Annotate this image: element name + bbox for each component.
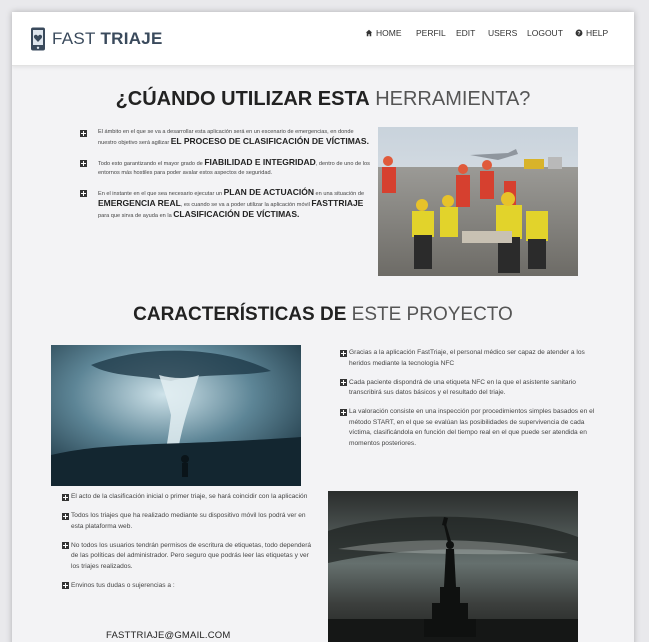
nav-help[interactable]: ? HELP [575, 28, 608, 38]
nav-users[interactable]: USERS [488, 28, 517, 38]
when-bullet-3-emphasis-4: CLASIFICACIÓN DE VÍCTIMAS. [173, 209, 300, 219]
brand-name-light: FAST [52, 29, 96, 48]
section-title-features-light: ESTE PROYECTO [351, 304, 513, 325]
feature-paragraph-2-text: Cada paciente dispondrá de una etiqueta … [349, 378, 576, 397]
feature-paragraph-6-text: No todos los usuarios tendrán permisos d… [71, 541, 312, 570]
feature-paragraph-1: Gracias a la aplicación FastTriaje, el p… [340, 348, 596, 369]
when-bullet-3-after-3: para que sirva de ayuda en la [98, 213, 174, 219]
nav-edit-label: EDIT [456, 28, 476, 38]
page: FAST TRIAJE HOME PERFIL EDIT USERS LOGOU… [12, 12, 634, 642]
feature-paragraph-5: Todos los triajes que ha realizado media… [62, 511, 318, 532]
plus-square-icon [80, 190, 87, 197]
section-title-when-strong: ¿CÚANDO UTILIZAR ESTA [115, 88, 370, 110]
statue-storm-image [328, 491, 578, 642]
nav-help-label: HELP [586, 28, 609, 38]
brand-logo-link[interactable]: FAST TRIAJE [30, 26, 163, 52]
plus-square-icon [340, 349, 347, 357]
home-icon [365, 29, 373, 37]
navbar: FAST TRIAJE HOME PERFIL EDIT USERS LOGOU… [12, 12, 634, 66]
feature-paragraph-4-text: El acto de la clasificación inicial o pr… [71, 493, 308, 500]
phone-heart-icon [31, 27, 45, 51]
features-right-column: Gracias a la aplicación FastTriaje, el p… [340, 348, 596, 458]
feature-paragraph-1-text: Gracias a la aplicación FastTriaje, el p… [349, 349, 585, 367]
feature-paragraph-2: Cada paciente dispondrá de una etiqueta … [340, 378, 596, 399]
when-bullet-2-text: Todo esto garantizando el mayor grado de [98, 161, 205, 167]
feature-paragraph-3-text: La valoración consiste en una inspección… [349, 408, 595, 447]
nav-perfil[interactable]: PERFIL [416, 28, 446, 38]
tornado-image [51, 345, 301, 486]
emergency-drill-photo [378, 127, 578, 276]
feature-paragraph-3: La valoración consiste en una inspección… [340, 407, 596, 449]
plus-square-icon [80, 130, 87, 137]
when-bullet-3-emphasis: PLAN DE ACTUACIÓN [223, 187, 314, 197]
section-title-features: CARACTERÍSTICAS DE ESTE PROYECTO [12, 304, 634, 326]
section-title-when-light: HERRAMIENTA? [375, 88, 531, 110]
when-bullet-3: En el instante en el que sea necesario e… [80, 188, 372, 221]
brand-name: FAST TRIAJE [52, 29, 163, 49]
features-left-column: El acto de la clasificación inicial o pr… [62, 492, 318, 600]
when-bullet-3-after-2: , es cuando se va a poder utilizar la ap… [180, 202, 312, 208]
svg-text:?: ? [577, 31, 580, 37]
plus-square-icon [62, 542, 69, 549]
feature-paragraph-5-text: Todos los triajes que ha realizado media… [71, 512, 306, 530]
plus-square-icon [62, 493, 69, 501]
when-bullet-1-emphasis: EL PROCESO DE CLASIFICACIÓN DE VÍCTIMAS. [170, 136, 369, 146]
plus-square-icon [340, 379, 347, 386]
when-bullet-list: El ámbito en el que se va a desarrollar … [80, 128, 372, 231]
feature-paragraph-6: No todos los usuarios tendrán permisos d… [62, 541, 318, 573]
when-bullet-3-emphasis-2: EMERGENCIA REAL [98, 198, 181, 208]
contact-paragraph: Envinos tus dudas o sujerencias a : [62, 581, 318, 592]
feature-paragraph-4: El acto de la clasificación inicial o pr… [62, 492, 318, 503]
tornado-photo [51, 345, 301, 486]
brand-name-bold: TRIAJE [100, 29, 163, 48]
nav-logout[interactable]: LOGOUT [527, 28, 563, 38]
when-bullet-1: El ámbito en el que se va a desarrollar … [80, 128, 372, 148]
nav-edit[interactable]: EDIT [456, 28, 475, 38]
plus-square-icon [62, 582, 69, 589]
when-bullet-2-emphasis: FIABILIDAD E INTEGRIDAD [204, 157, 316, 167]
section-title-when: ¿CÚANDO UTILIZAR ESTA HERRAMIENTA? [12, 88, 634, 111]
when-bullet-3-after: en una situación de [314, 191, 365, 197]
plus-square-icon [80, 160, 87, 167]
contact-email-link[interactable]: FASTTRIAJE@GMAIL.COM [106, 630, 231, 641]
nav-home-label: HOME [376, 28, 402, 38]
emergency-drill-image [378, 127, 578, 276]
nav-perfil-label: PERFIL [416, 28, 446, 38]
nav-users-label: USERS [488, 28, 518, 38]
plus-square-icon [62, 512, 69, 520]
plus-square-icon [340, 408, 347, 416]
nav-logout-label: LOGOUT [527, 28, 563, 38]
when-bullet-3-text: En el instante en el que sea necesario e… [98, 191, 224, 197]
help-icon: ? [575, 29, 583, 37]
when-bullet-2: Todo esto garantizando el mayor grado de… [80, 158, 372, 178]
section-title-features-strong: CARACTERÍSTICAS DE [133, 304, 347, 325]
when-bullet-3-emphasis-3: FASTTRIAJE [311, 198, 364, 208]
statue-storm-photo [328, 491, 578, 642]
contact-paragraph-text: Envinos tus dudas o sujerencias a : [71, 581, 175, 589]
nav-home[interactable]: HOME [365, 28, 402, 38]
